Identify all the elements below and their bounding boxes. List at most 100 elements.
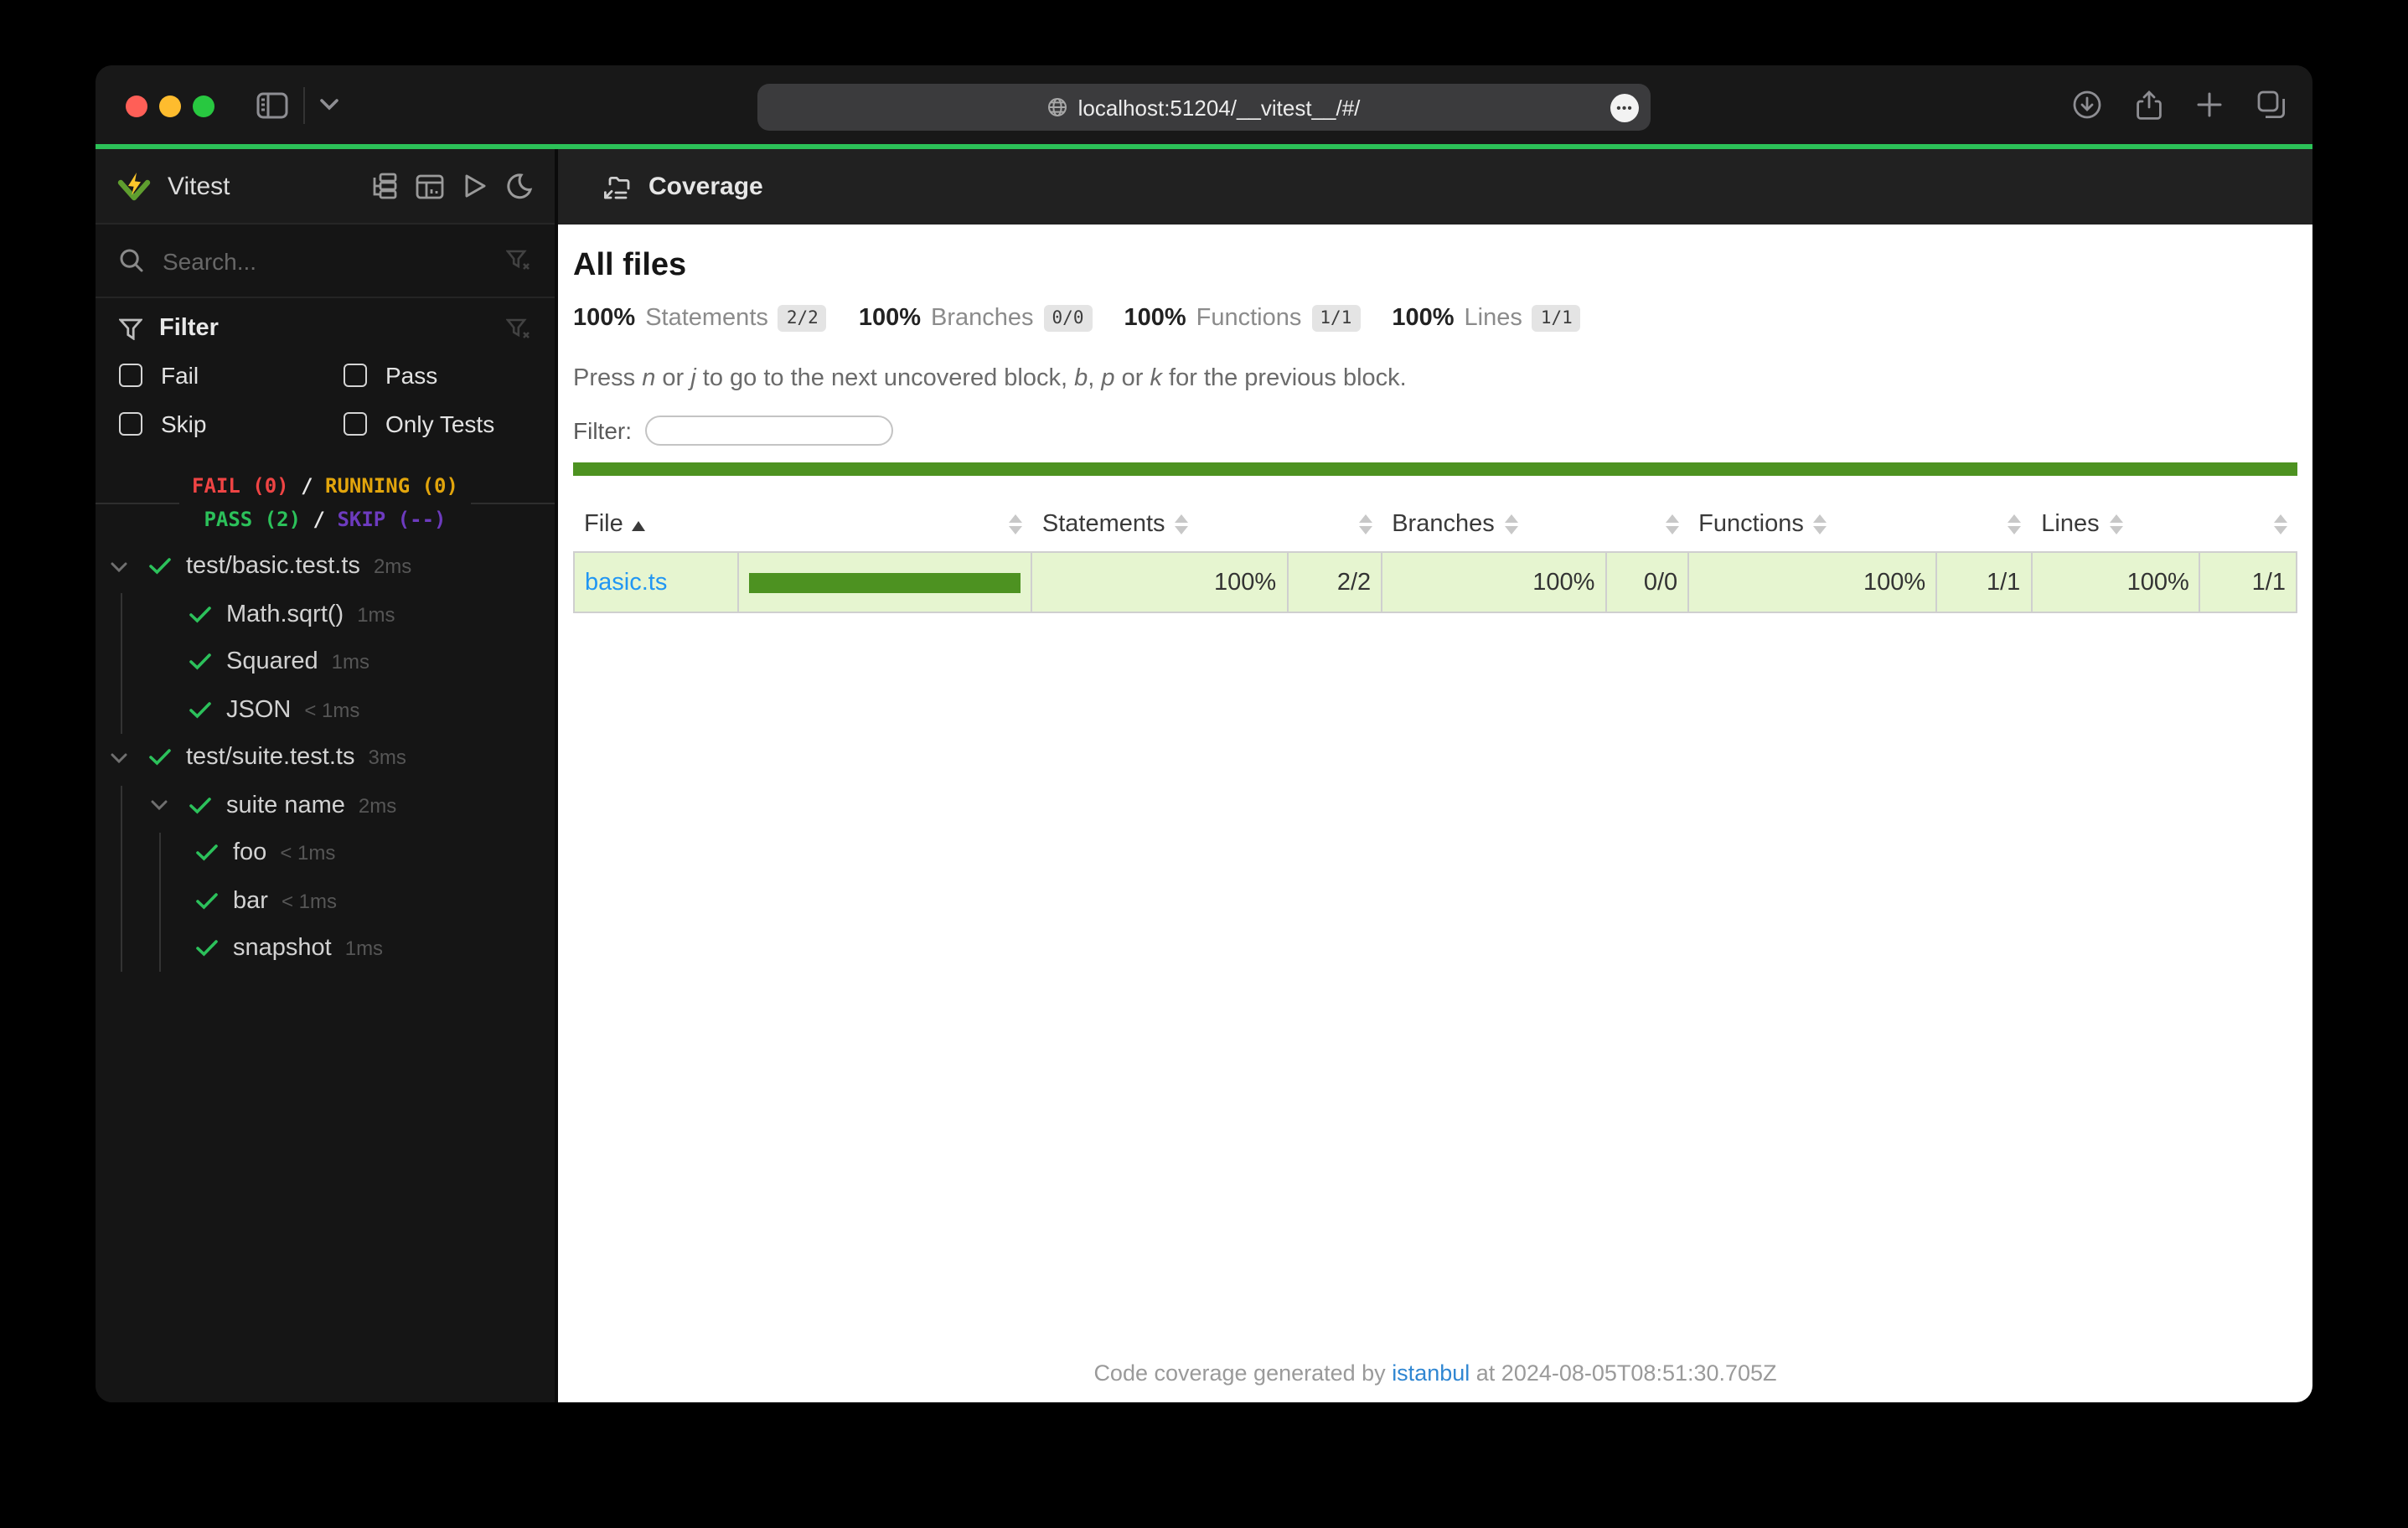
coverage-filter-row: Filter: [573, 416, 2297, 446]
filter-label: Filter: [573, 417, 632, 444]
sort-icon [1813, 514, 1827, 535]
sort-lines-header[interactable]: Lines [2031, 498, 2199, 552]
tree-item-file[interactable]: test/suite.test.ts 3ms [96, 734, 555, 782]
statements-frac-cell: 2/2 [1286, 551, 1383, 613]
coverage-bar-fill [748, 572, 1021, 592]
search-input[interactable] [163, 247, 488, 274]
summary-line-pass-skip: PASS (2) / SKIP (--) [204, 508, 447, 531]
istanbul-link[interactable]: istanbul [1392, 1360, 1470, 1386]
coverage-content: All files 100% Statements 2/2 100% Branches… [558, 225, 2312, 1402]
app-title: Vitest [168, 172, 230, 200]
dark-mode-moon-icon[interactable] [506, 173, 533, 199]
run-all-icon[interactable] [462, 173, 488, 199]
address-bar[interactable]: localhost:51204/__vitest__/#/ ••• [757, 84, 1651, 131]
main-panel: Coverage All files 100% Statements 2/2 100… [558, 149, 2312, 1402]
coverage-bar-cell [736, 551, 1033, 613]
page-settings-button[interactable]: ••• [1610, 93, 1639, 121]
checkbox-label: Pass [385, 362, 438, 389]
share-icon[interactable] [2137, 90, 2162, 120]
test-run-summary: FAIL (0) / RUNNING (0) PASS (2) / SKIP (… [96, 469, 555, 536]
sort-icon [2273, 514, 2287, 535]
checkbox-label: Skip [161, 410, 207, 437]
tree-item-test[interactable]: bar < 1ms [96, 877, 555, 925]
tree-item-test[interactable]: Math.sqrt() 1ms [96, 591, 555, 638]
screen: localhost:51204/__vitest__/#/ ••• Vitest… [0, 0, 2408, 1528]
filter-panel: Filter Fail Pass Skip Only Tests [96, 298, 555, 447]
checkbox-only-tests[interactable]: Only Tests [344, 410, 531, 437]
checkbox-label: Only Tests [385, 410, 495, 437]
sidebar-header: Vitest [96, 149, 555, 225]
test-tree: test/basic.test.ts 2ms Math.sqrt() 1ms Squ… [96, 543, 555, 1402]
sort-branches-header[interactable]: Branches [1382, 498, 1605, 552]
sort-functions-header[interactable]: Functions [1688, 498, 1936, 552]
sort-ascending-icon [631, 521, 645, 531]
checkbox-box[interactable] [119, 412, 142, 436]
checkbox-box[interactable] [119, 364, 142, 387]
search-bar [96, 225, 555, 298]
coverage-table: File Statements Branches Functions Lines [573, 498, 2297, 613]
sort-bar-header[interactable] [737, 498, 1032, 552]
sort-icon [1504, 514, 1518, 535]
all-files-heading: All files [573, 248, 687, 283]
pass-check-icon [189, 606, 211, 623]
traffic-lights [126, 96, 214, 117]
tree-item-test[interactable]: foo < 1ms [96, 829, 555, 877]
sort-icon [1008, 514, 1022, 535]
pass-check-icon [189, 797, 211, 814]
downloads-icon[interactable] [2073, 90, 2101, 119]
checkbox-box[interactable] [344, 364, 367, 387]
sort-icon [1175, 514, 1189, 535]
sort-statements-frac-header[interactable] [1287, 498, 1382, 552]
file-cell: basic.ts [573, 551, 739, 613]
clear-filter-icon[interactable] [506, 317, 531, 339]
vitest-logo-icon [117, 170, 151, 202]
close-window-button[interactable] [126, 96, 147, 117]
browser-window: localhost:51204/__vitest__/#/ ••• Vitest… [96, 65, 2312, 1402]
sidebar: Vitest Search... Filter Fail Pass Skip O… [96, 149, 558, 1402]
expand-tree-icon[interactable] [369, 173, 397, 199]
functions-frac-cell: 1/1 [1935, 551, 2033, 613]
page-title: Coverage [649, 173, 763, 201]
sort-functions-frac-header[interactable] [1936, 498, 2031, 552]
sort-statements-header[interactable]: Statements [1032, 498, 1287, 552]
clear-search-filter-icon[interactable] [506, 250, 531, 271]
table-header-row: File Statements Branches Functions Lines [574, 498, 2297, 552]
tab-overview-icon[interactable] [2257, 90, 2286, 119]
checkbox-fail[interactable]: Fail [119, 362, 344, 389]
tree-item-file[interactable]: test/basic.test.ts 2ms [96, 543, 555, 591]
file-link[interactable]: basic.ts [585, 569, 667, 596]
tree-item-test[interactable]: snapshot 1ms [96, 925, 555, 973]
new-tab-icon[interactable] [2197, 92, 2222, 117]
chevron-down-icon[interactable] [151, 800, 168, 812]
zoom-window-button[interactable] [193, 96, 214, 117]
filter-title: Filter [159, 315, 219, 342]
summary-line-fail-running: FAIL (0) / RUNNING (0) [192, 474, 458, 498]
chevron-down-icon[interactable] [111, 561, 127, 573]
checkbox-skip[interactable]: Skip [119, 410, 344, 437]
sort-branches-frac-header[interactable] [1605, 498, 1688, 552]
tree-item-test[interactable]: Squared 1ms [96, 638, 555, 686]
sidebar-toggle-icon[interactable] [256, 91, 288, 118]
pass-check-icon [189, 701, 211, 719]
coverage-report-icon [602, 173, 630, 200]
coverage-filter-input[interactable] [645, 416, 893, 446]
tree-item-suite[interactable]: suite name 2ms [96, 782, 555, 829]
pass-check-icon [189, 653, 211, 671]
tree-item-test[interactable]: JSON < 1ms [96, 686, 555, 734]
sort-file-header[interactable]: File [574, 498, 737, 552]
toolbar-divider [303, 86, 305, 123]
lines-frac-cell: 1/1 [2199, 551, 2297, 613]
sort-lines-frac-header[interactable] [2200, 498, 2297, 552]
branches-pct-cell: 100% [1381, 551, 1607, 613]
stat-statements: 100% Statements 2/2 [573, 305, 827, 332]
stat-lines: 100% Lines 1/1 [1392, 305, 1581, 332]
chevron-down-icon[interactable] [320, 99, 338, 111]
chevron-down-icon[interactable] [111, 752, 127, 764]
minimize-window-button[interactable] [159, 96, 181, 117]
stat-functions: 100% Functions 1/1 [1124, 305, 1361, 332]
dashboard-icon[interactable] [416, 173, 444, 199]
coverage-header: Coverage [558, 149, 2312, 225]
checkbox-box[interactable] [344, 412, 367, 436]
checkbox-pass[interactable]: Pass [344, 362, 531, 389]
pass-check-icon [149, 558, 171, 576]
